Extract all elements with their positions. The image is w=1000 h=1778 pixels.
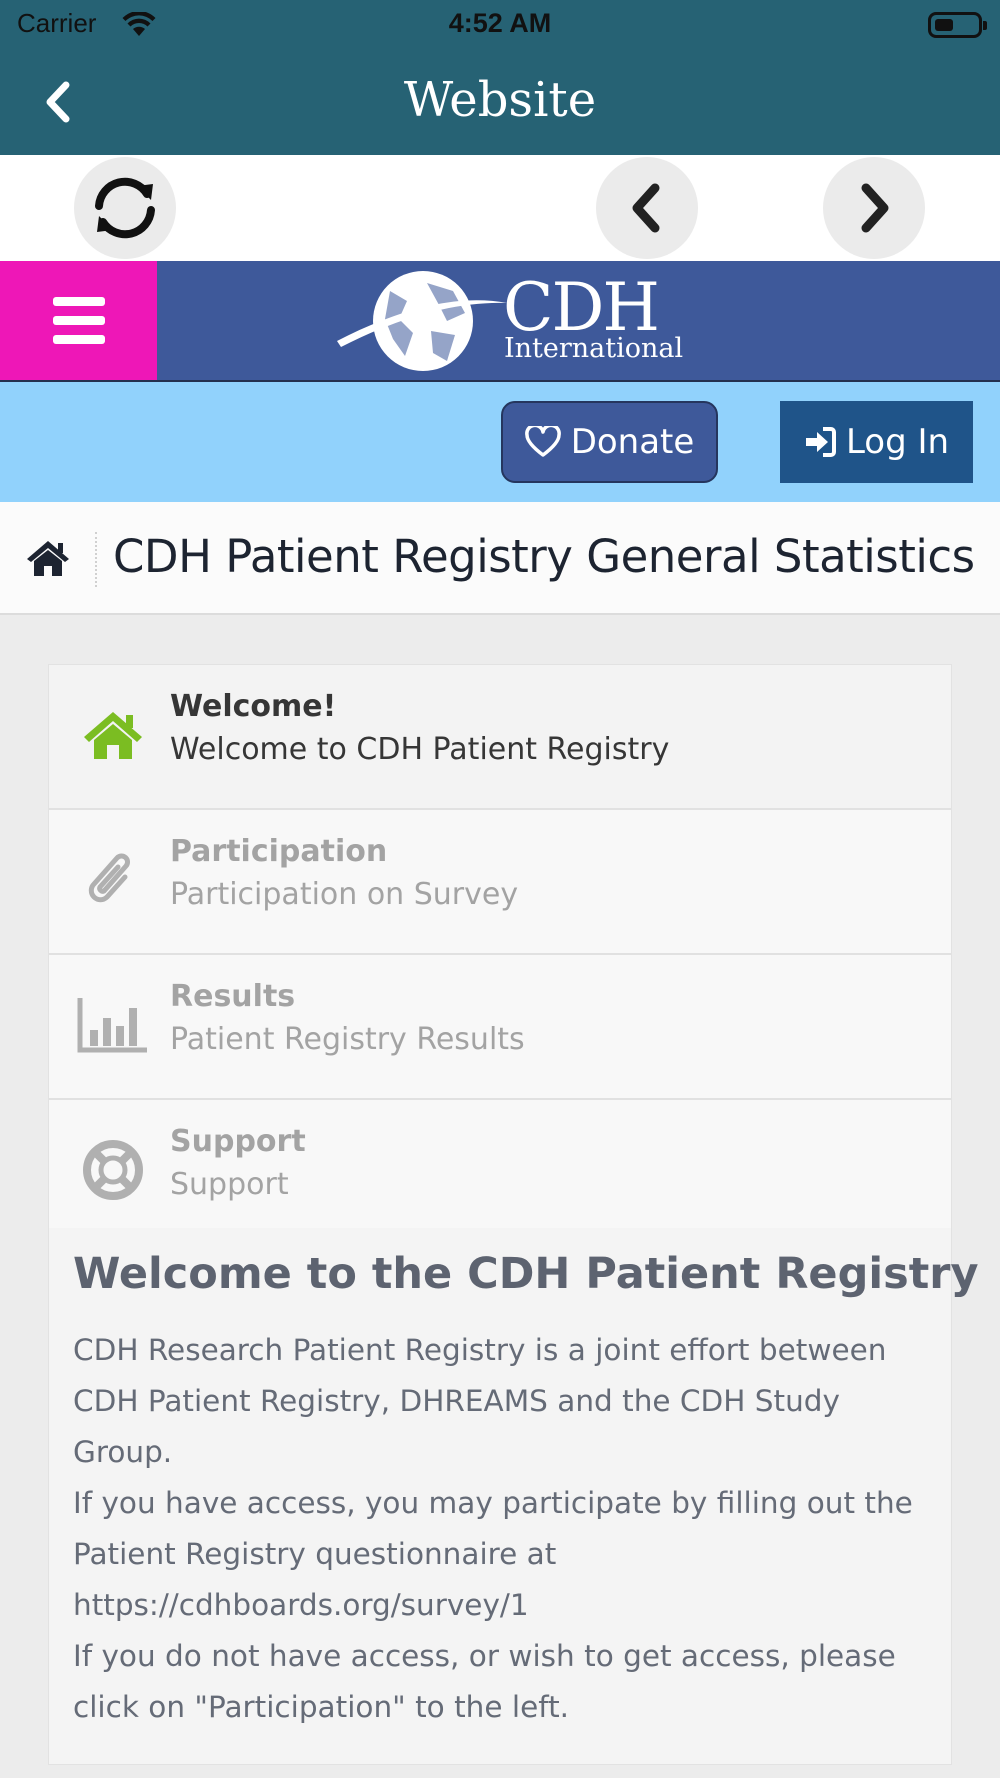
logo-subtext: International [504, 333, 684, 364]
donate-label: Donate [570, 422, 695, 462]
site-header: CDH International [0, 261, 1000, 382]
nav-title: Website [403, 72, 597, 128]
globe-icon [337, 271, 507, 371]
intro-paragraph: CDH Research Patient Registry is a joint… [73, 1333, 887, 1469]
cdh-logo[interactable]: CDH International [335, 261, 683, 380]
sign-in-icon [805, 427, 836, 457]
donate-button[interactable]: Donate [501, 401, 718, 483]
battery-icon [928, 12, 987, 38]
status-time: 4:52 AM [448, 8, 552, 38]
paperclip-icon [77, 844, 149, 916]
menu-item-welcome[interactable]: Welcome! Welcome to CDH Patient Registry [49, 665, 951, 810]
intro-paragraph: If you have access, you may participate … [73, 1486, 913, 1622]
menu-item-support[interactable]: Support Support [49, 1100, 951, 1228]
menu-item-subtitle: Patient Registry Results [170, 1022, 525, 1057]
home-icon [77, 699, 149, 771]
page-title: CDH Patient Registry General Statistics [113, 530, 975, 583]
menu-item-subtitle: Support [170, 1167, 289, 1202]
intro-paragraph: If you do not have access, or wish to ge… [73, 1639, 896, 1724]
login-button[interactable]: Log In [780, 401, 973, 483]
menu-item-title: Welcome! [170, 689, 337, 724]
action-bar: Donate Log In [0, 382, 1000, 502]
menu-item-title: Results [170, 979, 296, 1014]
chevron-right-icon [861, 183, 889, 233]
browser-forward-button[interactable] [823, 157, 925, 259]
status-bar: Carrier 4:52 AM [0, 0, 1000, 52]
menu-item-title: Participation [170, 834, 388, 869]
intro-heading: Welcome to the CDH Patient Registry [73, 1249, 979, 1299]
browser-controls [0, 155, 1000, 261]
chevron-left-icon [632, 183, 660, 233]
browser-back-button[interactable] [596, 157, 698, 259]
menu-item-participation[interactable]: Participation Participation on Survey [49, 810, 951, 955]
home-icon[interactable] [25, 538, 71, 578]
reload-icon [95, 177, 155, 239]
menu-item-subtitle: Participation on Survey [170, 877, 519, 912]
hamburger-menu-button[interactable] [0, 261, 157, 380]
menu-item-results[interactable]: Results Patient Registry Results [49, 955, 951, 1100]
breadcrumb: CDH Patient Registry General Statistics [0, 502, 1000, 615]
intro-text: CDH Research Patient Registry is a joint… [73, 1325, 933, 1733]
heart-icon [524, 426, 561, 457]
breadcrumb-divider [95, 532, 97, 587]
bar-chart-icon [77, 989, 149, 1061]
menu-item-title: Support [170, 1124, 306, 1159]
app-nav-bar: Carrier 4:52 AM Website [0, 0, 1000, 155]
content-card: Welcome! Welcome to CDH Patient Registry… [48, 664, 979, 1765]
life-ring-icon [77, 1134, 149, 1206]
reload-button[interactable] [74, 157, 176, 259]
menu-item-subtitle: Welcome to CDH Patient Registry [170, 732, 670, 767]
login-label: Log In [845, 422, 950, 462]
